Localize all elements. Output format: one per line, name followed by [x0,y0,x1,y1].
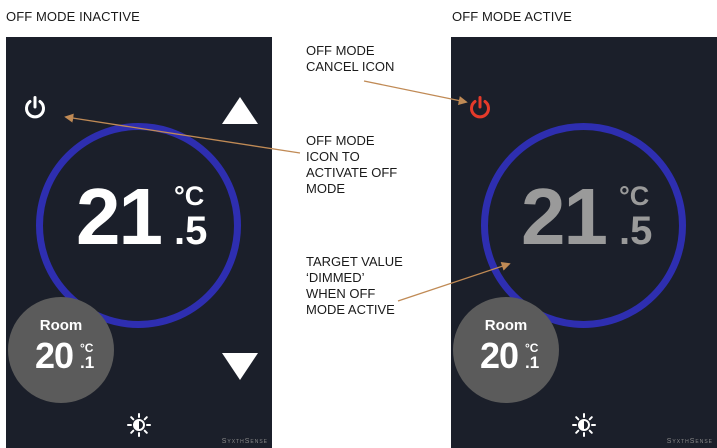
room-value-integer: 20 [35,335,74,376]
brightness-icon[interactable] [572,413,596,437]
thermostat-screen-active: 21 °C .5 Room 20 °C .1 SyxthSense [451,37,717,448]
target-value-decimal: .5 [174,209,208,253]
arrow-up-icon[interactable] [222,97,258,124]
target-value-integer: 21 [76,172,163,261]
power-icon[interactable] [467,95,493,121]
room-label: Room [39,317,83,334]
room-temperature-bubble: Room 20 °C .1 [453,297,559,403]
room-value-decimal: .1 [525,353,540,372]
room-value-integer: 20 [480,335,519,376]
target-unit: °C [174,181,205,211]
target-value-integer: 21 [521,172,608,261]
arrow-down-icon[interactable] [222,353,258,380]
heading-off-mode-inactive: OFF MODE INACTIVE [6,9,140,24]
note-cancel-icon: OFF MODE CANCEL ICON [306,43,395,74]
note-off-mode-icon: OFF MODE ICON TO ACTIVATE OFF MODE [306,133,398,196]
note-target-dimmed: TARGET VALUE ‘DIMMED’ WHEN OFF MODE ACTI… [306,254,403,317]
target-temperature: 21 °C .5 [76,177,216,267]
heading-off-mode-active: OFF MODE ACTIVE [452,9,572,24]
target-temperature-dimmed: 21 °C .5 [521,177,661,267]
brand-logo: SyxthSense [666,438,713,445]
target-unit: °C [619,181,650,211]
room-temperature-bubble: Room 20 °C .1 [8,297,114,403]
power-icon[interactable] [22,95,48,121]
thermostat-screen-inactive: 21 °C .5 Room 20 °C .1 SyxthSense [6,37,272,448]
room-value-decimal: .1 [80,353,95,372]
brightness-icon[interactable] [127,413,151,437]
target-value-decimal: .5 [619,209,653,253]
brand-logo: SyxthSense [221,438,268,445]
room-label: Room [484,317,528,334]
